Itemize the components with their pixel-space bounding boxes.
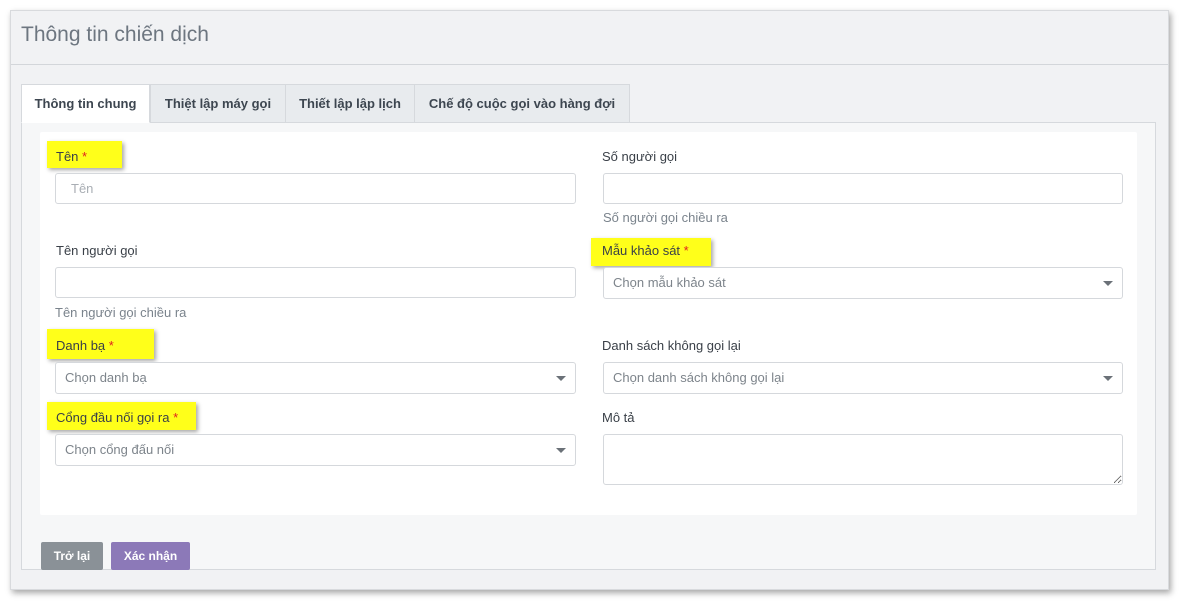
no-call-list-label: Danh sách không gọi lại xyxy=(602,338,741,353)
campaign-info-card: Thông tin chiến dịch Thông tin chung Thi… xyxy=(10,10,1169,590)
caller-name-help: Tên người gọi chiều ra xyxy=(55,305,187,320)
contacts-placeholder: Chọn danh bạ xyxy=(65,370,147,385)
description-label: Mô tả xyxy=(602,410,635,425)
tab-panel: Tên * Số người gọi Số người gọi chiều ra… xyxy=(21,122,1156,570)
caller-name-input[interactable] xyxy=(55,267,576,298)
caller-number-label: Số người gọi xyxy=(602,149,678,164)
required-mark: * xyxy=(82,149,88,164)
survey-template-placeholder: Chọn mẫu khảo sát xyxy=(613,275,726,290)
chevron-down-icon xyxy=(1103,376,1113,381)
confirm-button[interactable]: Xác nhận xyxy=(111,542,190,570)
name-input[interactable] xyxy=(55,173,576,204)
description-textarea[interactable] xyxy=(603,434,1123,485)
outbound-gateway-label: Cổng đầu nối gọi ra * xyxy=(56,410,179,425)
caller-number-input[interactable] xyxy=(603,173,1123,204)
tab-dialer-settings[interactable]: Thiệt lập máy gọi xyxy=(150,84,286,123)
outbound-gateway-select[interactable]: Chọn cổng đấu nối xyxy=(55,434,576,466)
required-mark: * xyxy=(173,410,179,425)
survey-template-label: Mẫu khảo sát * xyxy=(602,243,689,258)
contacts-select[interactable]: Chọn danh bạ xyxy=(55,362,576,394)
survey-template-select[interactable]: Chọn mẫu khảo sát xyxy=(603,267,1123,299)
chevron-down-icon xyxy=(556,448,566,453)
chevron-down-icon xyxy=(556,376,566,381)
tab-schedule-settings[interactable]: Thiết lập lập lịch xyxy=(285,84,415,123)
required-mark: * xyxy=(108,338,114,353)
back-button[interactable]: Trở lại xyxy=(41,542,103,570)
general-info-form: Tên * Số người gọi Số người gọi chiều ra… xyxy=(40,132,1137,515)
caller-name-label: Tên người gọi xyxy=(56,243,138,258)
page-title: Thông tin chiến dịch xyxy=(21,23,209,46)
outbound-gateway-placeholder: Chọn cổng đấu nối xyxy=(65,442,175,457)
no-call-list-placeholder: Chọn danh sách không gọi lại xyxy=(613,370,785,385)
chevron-down-icon xyxy=(1103,281,1113,286)
tab-queue-call-mode[interactable]: Chế độ cuộc gọi vào hàng đợi xyxy=(414,84,630,123)
no-call-list-select[interactable]: Chọn danh sách không gọi lại xyxy=(603,362,1123,394)
required-mark: * xyxy=(683,243,689,258)
contacts-label: Danh bạ * xyxy=(56,338,114,353)
name-label: Tên * xyxy=(56,149,88,164)
tab-general-info[interactable]: Thông tin chung xyxy=(21,84,150,123)
card-header: Thông tin chiến dịch xyxy=(11,11,1168,65)
caller-number-help: Số người gọi chiều ra xyxy=(603,210,728,225)
